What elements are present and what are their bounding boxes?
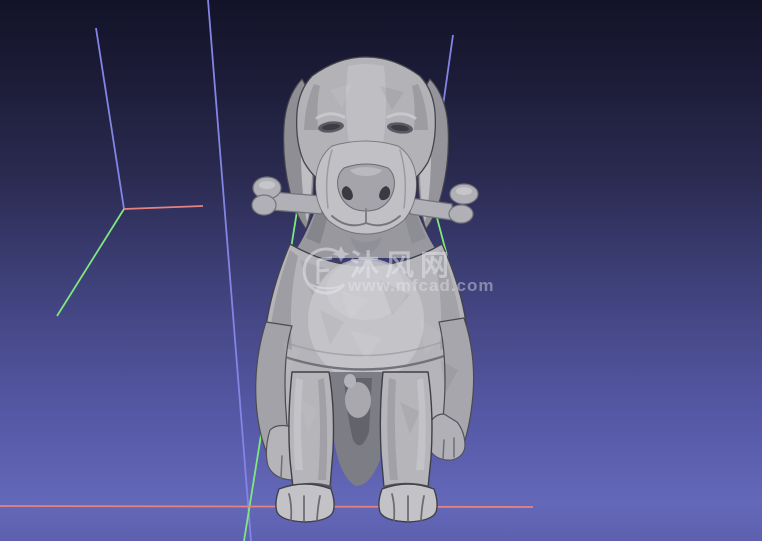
- dog-front-leg-left: [288, 371, 335, 489]
- dog-front-paw-right: [378, 483, 438, 523]
- dog-forehead-highlight: [345, 64, 387, 150]
- long-blue-line: [207, 0, 252, 541]
- dog-belly-bulge-small: [344, 374, 356, 388]
- left-triad-blue-axis: [95, 27, 125, 210]
- bone-knob-left-bottom: [251, 194, 277, 216]
- dog-front-paw-left: [275, 483, 335, 523]
- bottom-pink-line: [0, 505, 534, 508]
- 3d-viewport[interactable]: 沐风网 www.mfcad.com: [0, 0, 762, 541]
- scene-canvas: 沐风网 www.mfcad.com: [0, 0, 534, 541]
- bone-shaft-left: [271, 191, 323, 215]
- left-triad-green-axis: [56, 208, 125, 317]
- bone-knob-right-bottom: [448, 204, 474, 224]
- dog-front-leg-right: [379, 371, 433, 489]
- watermark-url-text: www.mfcad.com: [347, 276, 495, 295]
- left-triad-pink-axis: [123, 205, 204, 210]
